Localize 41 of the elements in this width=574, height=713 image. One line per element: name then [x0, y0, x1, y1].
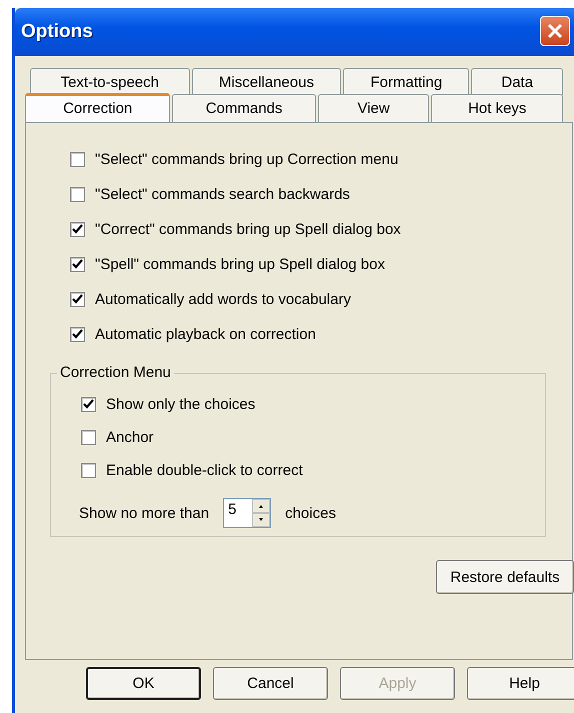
number-spinner[interactable]: 5: [223, 498, 272, 528]
tab[interactable]: Text-to-speech: [30, 68, 190, 95]
close-icon: [546, 22, 564, 40]
checkbox-label: Anchor: [106, 429, 154, 446]
checkbox[interactable]: [70, 152, 85, 167]
dialog-button[interactable]: Cancel: [213, 667, 328, 700]
close-button[interactable]: [540, 16, 570, 46]
restore-defaults-button[interactable]: Restore defaults: [436, 560, 574, 594]
check-icon: [72, 224, 83, 235]
spinner-label: Show no more than: [79, 504, 210, 522]
checkbox[interactable]: [70, 292, 85, 307]
check-icon: [72, 259, 83, 270]
checkbox[interactable]: [81, 463, 96, 478]
check-icon: [83, 399, 94, 410]
checkbox-label: Automatically add words to vocabulary: [95, 291, 351, 308]
tab[interactable]: Hot keys: [431, 94, 563, 122]
tab[interactable]: Data: [471, 68, 564, 95]
checkbox-label: Show only the choices: [106, 396, 256, 413]
check-icon: [72, 329, 83, 340]
checkbox-label: Automatic playback on correction: [95, 326, 316, 343]
checkbox[interactable]: [81, 430, 96, 445]
tab[interactable]: Miscellaneous: [192, 68, 342, 95]
tab[interactable]: Commands: [172, 94, 316, 122]
tab[interactable]: Formatting: [343, 68, 470, 95]
checkbox-label: "Select" commands bring up Correction menu: [95, 151, 398, 168]
checkbox-label: "Select" commands search backwards: [95, 186, 350, 203]
checkbox[interactable]: [70, 327, 85, 342]
check-icon: [72, 294, 83, 305]
dialog-button[interactable]: Help: [467, 667, 574, 700]
checkbox-label: Enable double-click to correct: [106, 462, 303, 479]
tab[interactable]: Correction: [25, 93, 170, 122]
checkbox[interactable]: [81, 397, 96, 412]
tab[interactable]: View: [318, 94, 430, 122]
checkbox[interactable]: [70, 257, 85, 272]
dialog-button[interactable]: OK: [86, 667, 201, 700]
checkbox-label: "Spell" commands bring up Spell dialog box: [95, 256, 385, 273]
checkbox[interactable]: [70, 187, 85, 202]
checkbox-label: "Correct" commands bring up Spell dialog box: [95, 221, 401, 238]
window-title: Options: [21, 21, 93, 43]
spinner-suffix: choices: [285, 504, 336, 522]
checkbox[interactable]: [70, 222, 85, 237]
